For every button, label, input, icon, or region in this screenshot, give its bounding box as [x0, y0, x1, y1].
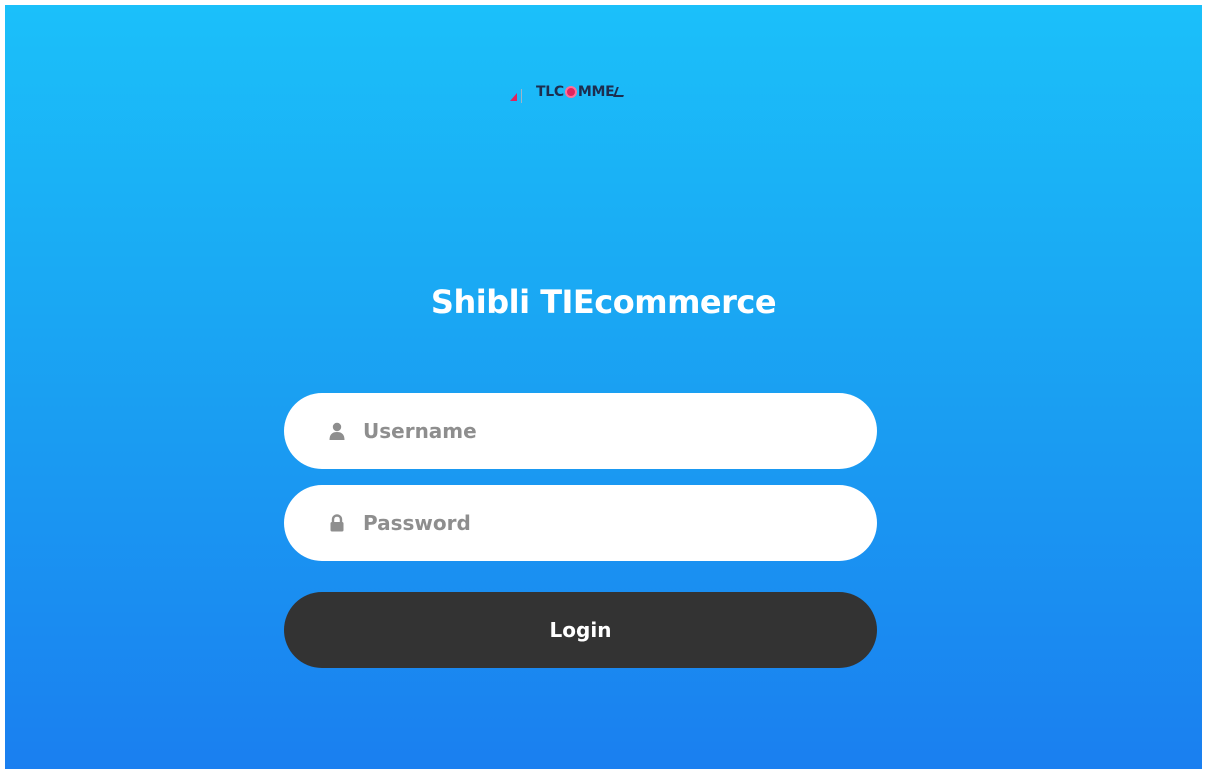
logo-wordmark: TLC MME	[536, 84, 628, 100]
user-icon	[329, 422, 345, 440]
brand-logo: TLC MME	[508, 77, 628, 107]
logo-tail-icon	[613, 87, 628, 97]
login-button[interactable]: Login	[284, 592, 877, 668]
password-field[interactable]	[284, 485, 877, 561]
username-input[interactable]	[363, 419, 803, 443]
logo-text-suffix: MME	[577, 84, 615, 100]
tlcommerce-logo-icon	[508, 77, 530, 107]
username-field[interactable]	[284, 393, 877, 469]
password-input[interactable]	[363, 511, 803, 535]
logo-text-prefix: TLC	[536, 84, 564, 100]
login-page: TLC MME Shibli TIEcommerce Login	[5, 5, 1202, 769]
logo-o-badge-icon	[564, 86, 577, 98]
lock-icon	[330, 514, 344, 532]
page-title: Shibli TIEcommerce	[430, 283, 777, 321]
